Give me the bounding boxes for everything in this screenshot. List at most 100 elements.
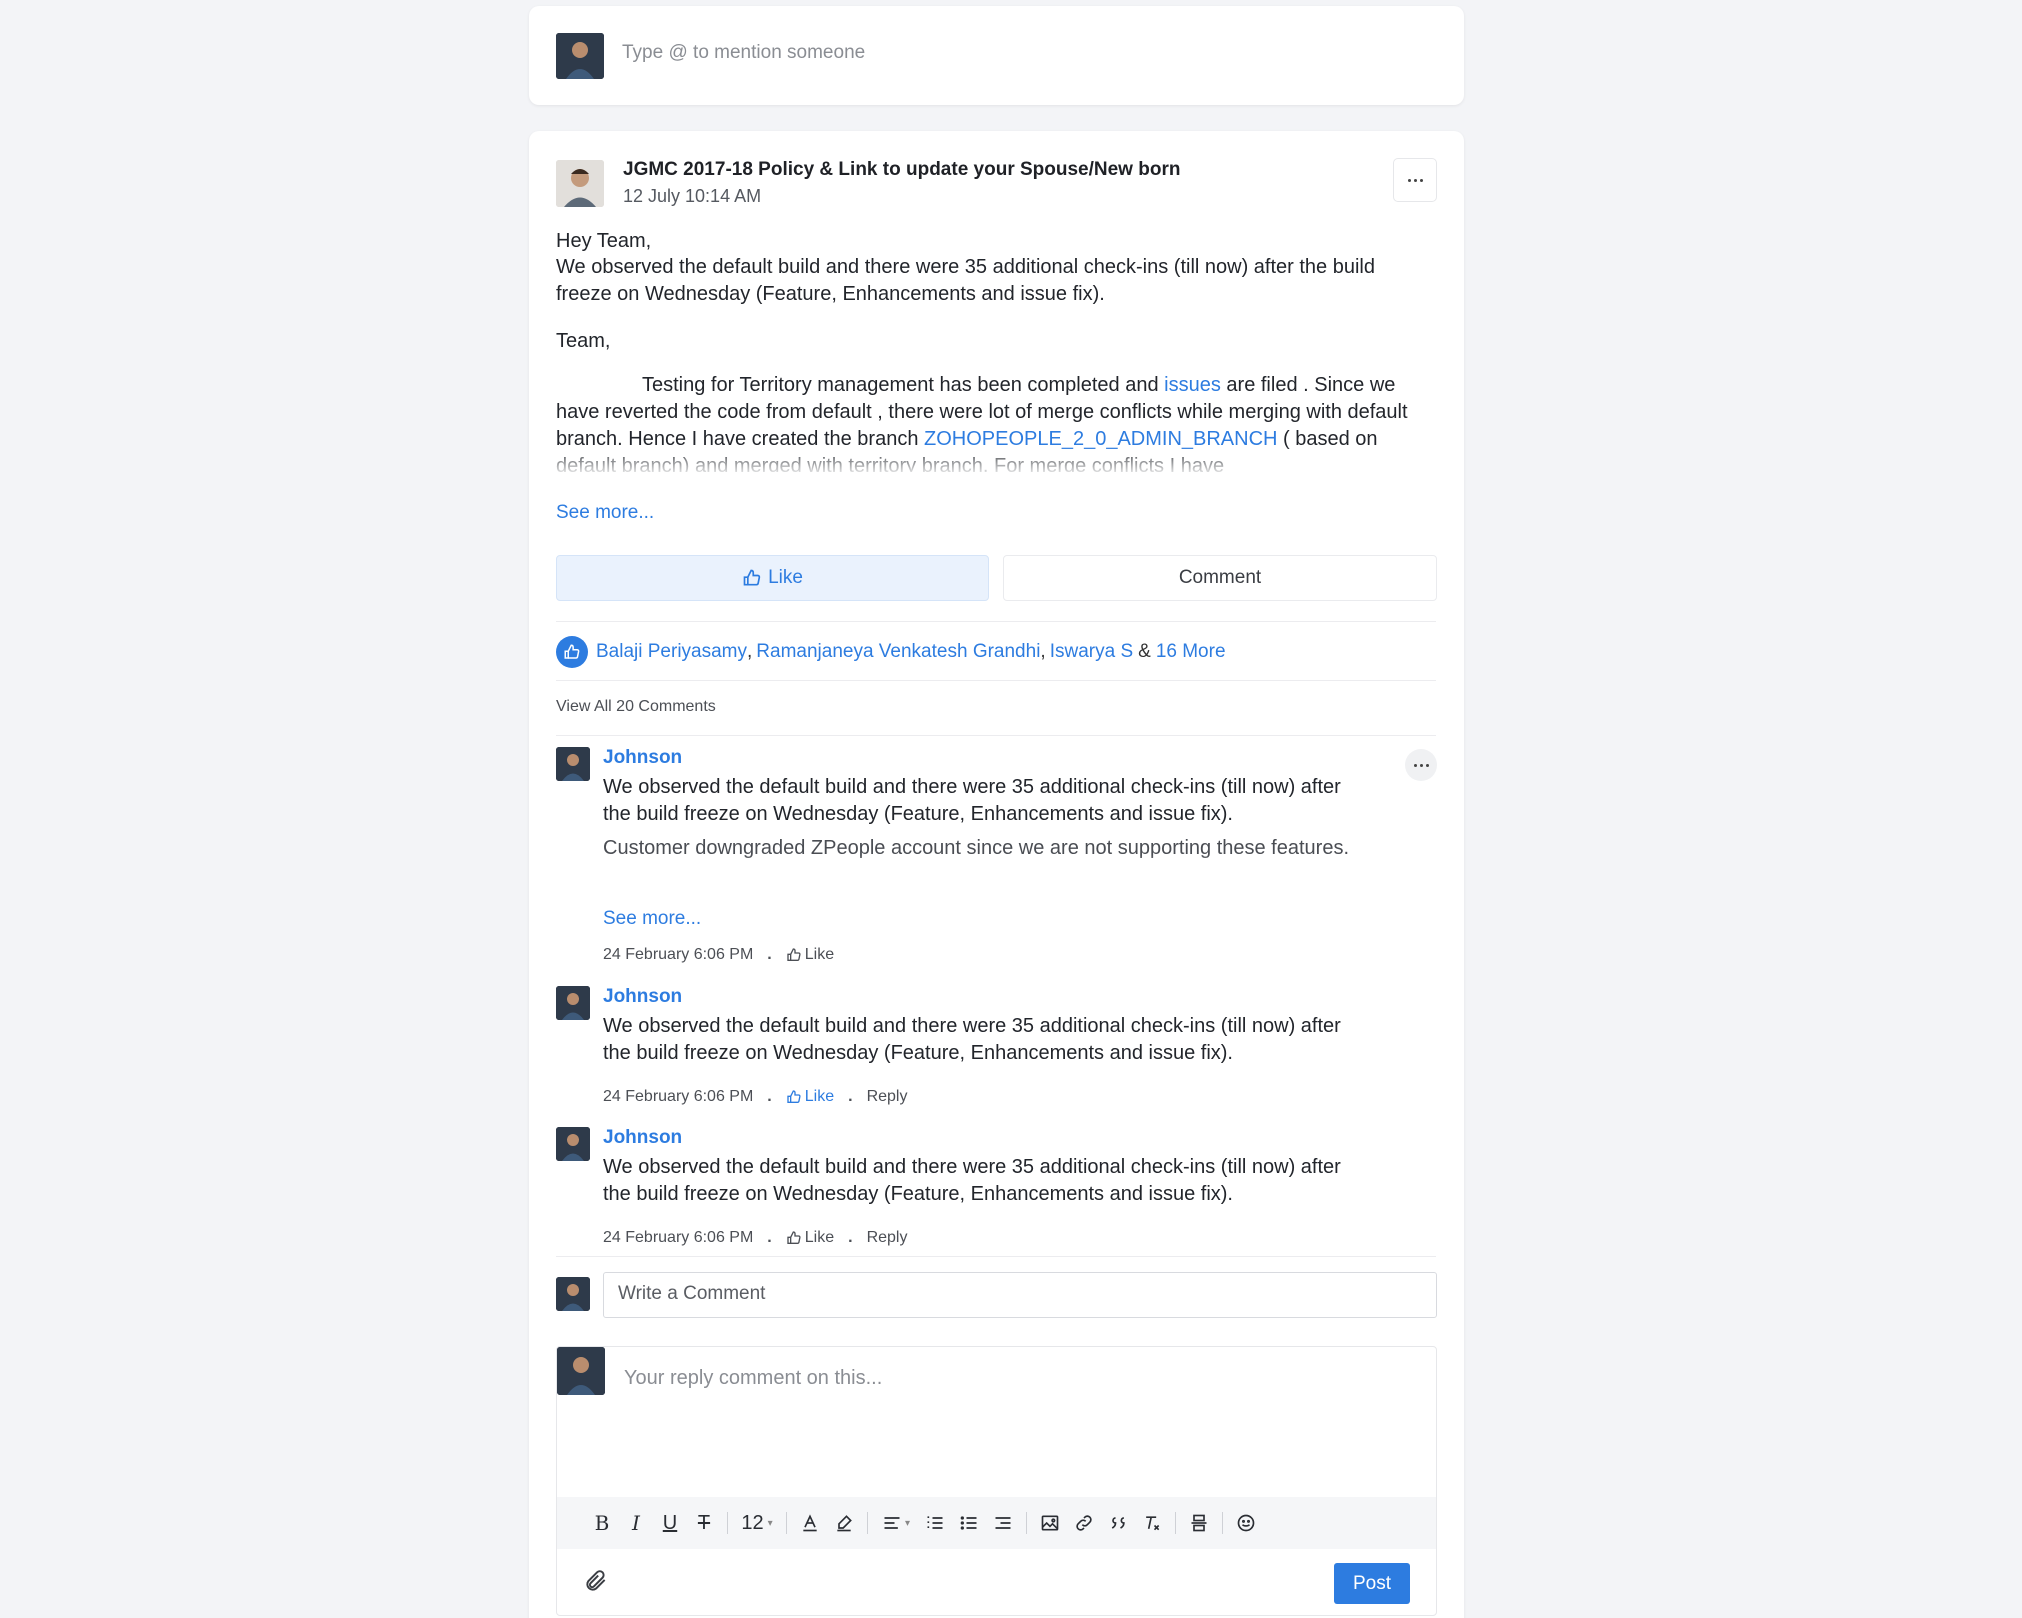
post-title: JGMC 2017-18 Policy & Link to update you… bbox=[623, 159, 1181, 180]
toolbar-separator bbox=[1026, 1512, 1027, 1534]
bullet-list-button[interactable] bbox=[952, 1508, 986, 1538]
text-color-button[interactable] bbox=[793, 1508, 827, 1538]
more-icon bbox=[1407, 178, 1423, 182]
text-color-icon bbox=[803, 1514, 817, 1532]
write-comment-input[interactable]: Write a Comment bbox=[603, 1272, 1437, 1318]
liker-name[interactable]: Iswarya S bbox=[1050, 641, 1133, 663]
post-paragraph-1: We observed the default build and there … bbox=[556, 256, 1375, 305]
commenter-avatar bbox=[556, 1127, 590, 1161]
page-break-icon bbox=[1191, 1514, 1207, 1532]
post-more-button[interactable] bbox=[1393, 158, 1437, 202]
attach-button[interactable] bbox=[583, 1568, 609, 1599]
bold-button[interactable]: B bbox=[585, 1508, 619, 1538]
toolbar-separator bbox=[786, 1512, 787, 1534]
text-fade bbox=[603, 855, 1363, 875]
reply-editor: Your reply comment on this... B I U T 12… bbox=[556, 1346, 1437, 1616]
post-see-more-link[interactable]: See more... bbox=[556, 502, 654, 524]
comment-time: 24 February 6:06 PM bbox=[603, 946, 754, 963]
comment-like-button[interactable]: Like bbox=[786, 1229, 834, 1247]
comment-see-more-link[interactable]: See more... bbox=[603, 908, 701, 930]
reply-footer: Post bbox=[557, 1549, 1436, 1615]
italic-icon: I bbox=[632, 1511, 640, 1535]
comment-meta: 24 February 6:06 PM . Like . Reply bbox=[603, 1088, 907, 1106]
issues-link[interactable]: issues bbox=[1164, 374, 1221, 396]
clear-format-button[interactable] bbox=[1135, 1508, 1169, 1538]
toolbar-separator bbox=[1222, 1512, 1223, 1534]
clear-format-icon bbox=[1146, 1516, 1160, 1531]
more-icon bbox=[1413, 763, 1429, 767]
toolbar-separator bbox=[867, 1512, 868, 1534]
separator-dot: . bbox=[767, 1229, 772, 1246]
align-select[interactable]: ▾ bbox=[874, 1508, 918, 1538]
text-fade bbox=[556, 446, 1436, 474]
separator-dot: . bbox=[767, 946, 772, 963]
indent-icon bbox=[995, 1517, 1011, 1529]
insert-image-button[interactable] bbox=[1033, 1508, 1067, 1538]
post-date: 12 July 10:14 AM bbox=[623, 186, 762, 206]
comment-reply-button[interactable]: Reply bbox=[867, 1229, 908, 1247]
caret-down-icon: ▾ bbox=[904, 1517, 911, 1529]
thumbs-up-icon bbox=[787, 1090, 801, 1103]
mention-input[interactable]: Type @ to mention someone bbox=[622, 42, 865, 64]
strikethrough-button[interactable]: T bbox=[687, 1508, 721, 1538]
numbered-list-icon bbox=[927, 1516, 943, 1529]
divider bbox=[556, 735, 1436, 736]
thumbs-up-icon bbox=[743, 569, 761, 586]
current-user-avatar bbox=[557, 1347, 605, 1395]
reply-input[interactable]: Your reply comment on this... bbox=[624, 1367, 882, 1390]
italic-button[interactable]: I bbox=[619, 1508, 653, 1538]
comment-text: We observed the default build and there … bbox=[603, 1015, 1341, 1064]
comment-text: We observed the default build and there … bbox=[603, 776, 1341, 825]
avatar bbox=[556, 33, 604, 79]
image-icon bbox=[1041, 1515, 1059, 1531]
thumbs-up-icon bbox=[787, 1231, 801, 1244]
quote-button[interactable] bbox=[1101, 1508, 1135, 1538]
numbered-list-button[interactable] bbox=[918, 1508, 952, 1538]
like-badge-icon bbox=[556, 636, 588, 668]
comment-more-button[interactable] bbox=[1405, 749, 1437, 781]
likers-more-link[interactable]: 16 More bbox=[1156, 641, 1226, 663]
post-greeting: Hey Team, bbox=[556, 230, 652, 252]
strikethrough-icon: T bbox=[697, 1511, 711, 1534]
post-button[interactable]: Post bbox=[1334, 1563, 1410, 1604]
toolbar-separator bbox=[727, 1512, 728, 1534]
comment-text: We observed the default build and there … bbox=[603, 1156, 1341, 1205]
font-size-select[interactable]: 12 ▾ bbox=[734, 1508, 780, 1538]
liker-name[interactable]: Balaji Periyasamy bbox=[596, 641, 747, 663]
align-left-icon bbox=[884, 1517, 900, 1529]
comment-reply-button[interactable]: Reply bbox=[867, 1088, 908, 1106]
liker-name[interactable]: Ramanjaneya Venkatesh Grandhi bbox=[756, 641, 1040, 663]
insert-link-button[interactable] bbox=[1067, 1508, 1101, 1538]
underline-icon: U bbox=[662, 1511, 678, 1534]
emoji-button[interactable] bbox=[1229, 1508, 1263, 1538]
comment-time: 24 February 6:06 PM bbox=[603, 1088, 754, 1105]
paperclip-icon bbox=[586, 1570, 606, 1591]
thumbs-up-icon bbox=[787, 948, 801, 961]
author-avatar bbox=[556, 160, 604, 207]
post-team: Team, bbox=[556, 330, 611, 352]
editor-toolbar: B I U T 12 ▾ ▾ bbox=[557, 1497, 1436, 1549]
divider bbox=[556, 1256, 1436, 1257]
comment-like-button[interactable]: Like bbox=[786, 946, 834, 964]
separator-dot: . bbox=[767, 1088, 772, 1105]
current-user-avatar bbox=[556, 1277, 590, 1311]
comment-meta: 24 February 6:06 PM . Like . Reply bbox=[603, 1229, 907, 1247]
comment-author[interactable]: Johnson bbox=[603, 986, 682, 1008]
comment-meta: 24 February 6:06 PM . Like bbox=[603, 946, 834, 964]
highlight-button[interactable] bbox=[827, 1508, 861, 1538]
caret-down-icon: ▾ bbox=[767, 1517, 773, 1529]
like-button[interactable]: Like bbox=[556, 555, 989, 601]
bullet-list-icon bbox=[960, 1516, 977, 1530]
page-break-button[interactable] bbox=[1182, 1508, 1216, 1538]
comment-like-button[interactable]: Like bbox=[786, 1088, 834, 1106]
comment-author[interactable]: Johnson bbox=[603, 747, 682, 769]
commenter-avatar bbox=[556, 747, 590, 781]
comment-button[interactable]: Comment bbox=[1003, 555, 1437, 601]
view-all-comments-link[interactable]: View All 20 Comments bbox=[556, 698, 716, 716]
quote-icon bbox=[1111, 1517, 1125, 1529]
indent-button[interactable] bbox=[986, 1508, 1020, 1538]
post-card: JGMC 2017-18 Policy & Link to update you… bbox=[529, 131, 1464, 1618]
comment-author[interactable]: Johnson bbox=[603, 1127, 682, 1149]
underline-button[interactable]: U bbox=[653, 1508, 687, 1538]
toolbar-separator bbox=[1175, 1512, 1176, 1534]
